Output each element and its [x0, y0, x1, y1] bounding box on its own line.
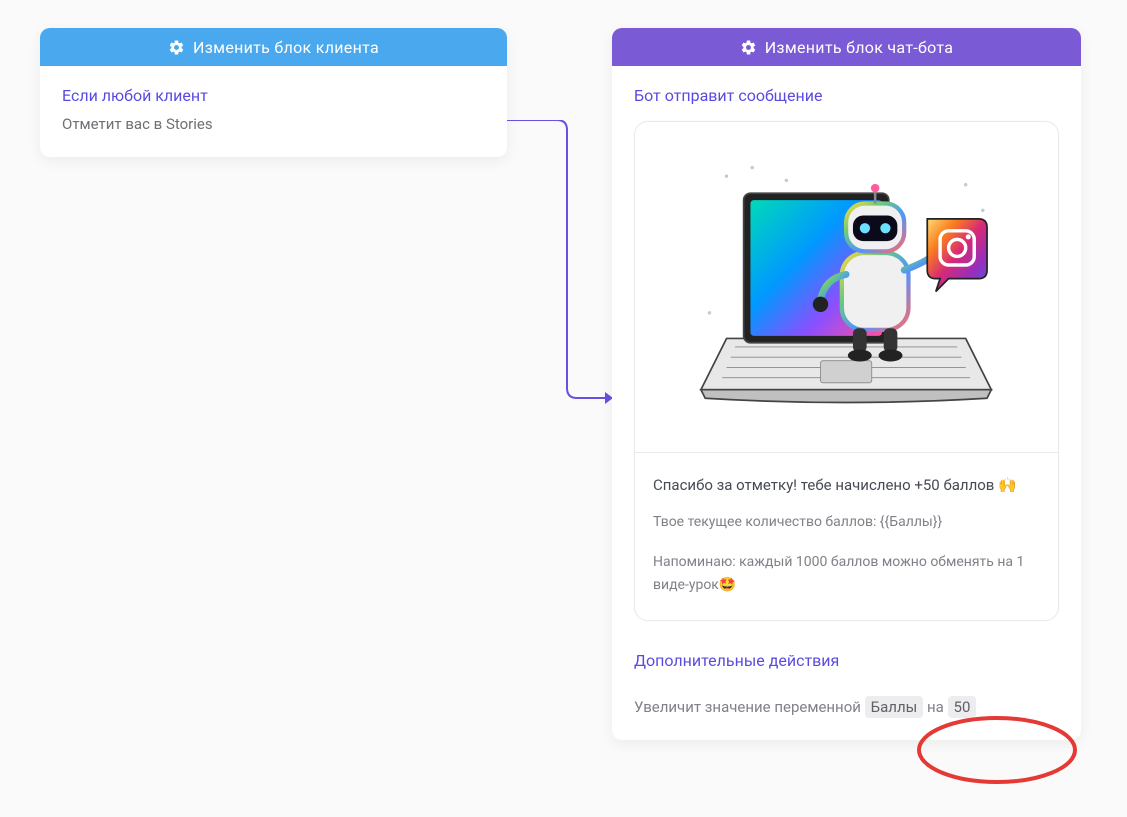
client-condition-action: Отметит вас в Stories: [62, 115, 485, 133]
client-header-label: Изменить блок клиента: [193, 38, 379, 57]
edit-bot-block-button[interactable]: Изменить блок чат-бота: [612, 28, 1081, 66]
variable-chip: Баллы: [865, 696, 924, 718]
message-text-reminder: Напоминаю: каждый 1000 баллов можно обме…: [653, 551, 1040, 596]
message-text-balance: Твое текущее количество баллов: {{Баллы}…: [653, 511, 1040, 533]
bot-block-body[interactable]: Бот отправит сообщение: [612, 66, 1081, 740]
client-condition-title: Если любой клиент: [62, 86, 485, 105]
message-card[interactable]: Спасибо за отметку! тебе начислено +50 б…: [634, 121, 1059, 621]
extra-prefix: Увеличит значение переменной: [634, 698, 861, 716]
client-block-body[interactable]: Если любой клиент Отметит вас в Stories: [40, 66, 507, 157]
edit-client-block-button[interactable]: Изменить блок клиента: [40, 28, 507, 66]
bot-block: Изменить блок чат-бота Бот отправит сооб…: [612, 28, 1081, 740]
gear-icon: [168, 39, 185, 56]
bot-header-label: Изменить блок чат-бота: [765, 38, 954, 57]
connector-line: [507, 120, 617, 410]
extra-actions-title: Дополнительные действия: [634, 651, 1059, 670]
extra-middle: на: [927, 698, 944, 716]
gear-icon: [740, 39, 757, 56]
value-chip: 50: [948, 696, 977, 718]
message-text-main: Спасибо за отметку! тебе начислено +50 б…: [653, 473, 1040, 497]
extra-action-line: Увеличит значение переменной Баллы на 50: [634, 698, 1059, 716]
client-block: Изменить блок клиента Если любой клиент …: [40, 28, 507, 157]
bot-message-title: Бот отправит сообщение: [634, 86, 1059, 105]
message-image: [635, 122, 1058, 452]
